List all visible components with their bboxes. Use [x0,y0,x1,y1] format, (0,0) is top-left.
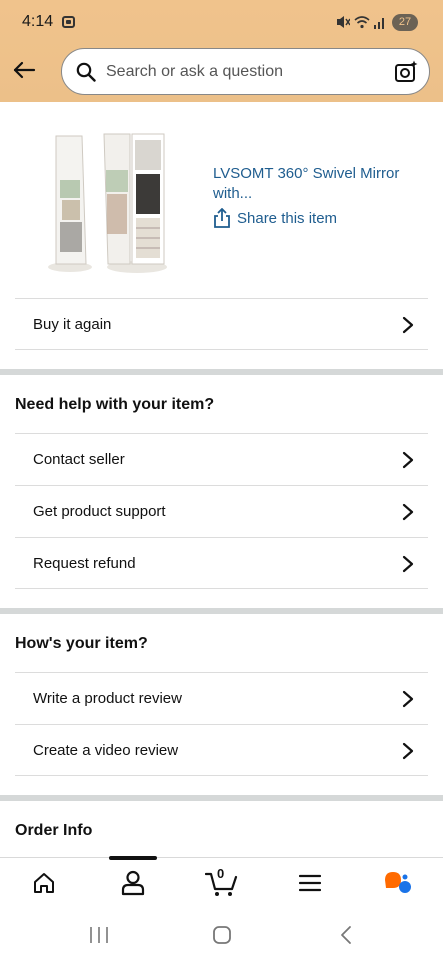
chevron-right-icon [402,690,414,708]
back-arrow-icon[interactable] [12,58,36,82]
video-review-row[interactable]: Create a video review [15,724,428,776]
screen-record-icon [62,16,75,28]
battery-indicator: 27 [392,14,418,31]
product-support-label: Get product support [33,503,166,520]
camera-search-icon[interactable] [394,60,418,84]
buy-it-again-label: Buy it again [33,316,112,333]
rufus-icon [385,872,411,893]
video-review-label: Create a video review [33,742,179,759]
contact-seller-label: Contact seller [33,451,125,468]
search-bar[interactable] [61,48,430,95]
product-summary: LVSOMT 360° Swivel Mirror with... Share … [0,102,443,298]
chevron-right-icon [402,316,414,334]
section-divider [0,608,443,614]
chevron-right-icon [402,451,414,469]
write-review-label: Write a product review [33,690,182,707]
nav-menu[interactable] [294,868,326,898]
nav-account[interactable] [117,868,149,898]
nav-cart[interactable]: 0 [204,866,240,898]
nav-rufus[interactable] [382,868,414,898]
system-back-icon[interactable] [339,925,353,945]
status-bar: 4:14 27 [0,0,443,44]
chevron-right-icon [402,555,414,573]
buy-it-again-row[interactable]: Buy it again [15,298,428,350]
system-nav-bar [0,910,443,960]
request-refund-label: Request refund [33,555,136,572]
home-icon [34,873,54,893]
product-title-link[interactable]: LVSOMT 360° Swivel Mirror with... [213,164,423,204]
write-review-row[interactable]: Write a product review [15,672,428,724]
wifi-icon [354,16,370,29]
bottom-nav-bar: 0 [0,856,443,910]
recent-apps-icon[interactable] [88,926,110,944]
share-label: Share this item [237,209,338,227]
product-support-row[interactable]: Get product support [15,485,428,537]
header: 4:14 27 [0,0,443,102]
order-info-title: Order Info [15,822,93,839]
chevron-right-icon [402,503,414,521]
status-time: 4:14 [22,13,54,30]
contact-seller-row[interactable]: Contact seller [15,433,428,485]
search-icon [76,62,96,82]
share-icon [214,208,230,228]
help-section-title: Need help with your item? [15,396,215,413]
request-refund-row[interactable]: Request refund [15,537,428,589]
share-item-link[interactable]: Share this item [213,207,337,229]
product-image[interactable] [46,130,172,276]
section-divider [0,369,443,375]
review-section-title: How's your item? [15,635,148,652]
chevron-right-icon [402,742,414,760]
account-icon [121,870,145,896]
mute-icon [337,16,350,28]
active-tab-indicator [109,856,157,860]
nav-home[interactable] [28,868,60,898]
home-button-icon[interactable] [212,925,232,945]
search-input[interactable] [106,49,386,94]
section-divider [0,795,443,801]
signal-icon [374,18,384,29]
cart-count: 0 [217,866,225,881]
menu-icon [299,874,321,892]
